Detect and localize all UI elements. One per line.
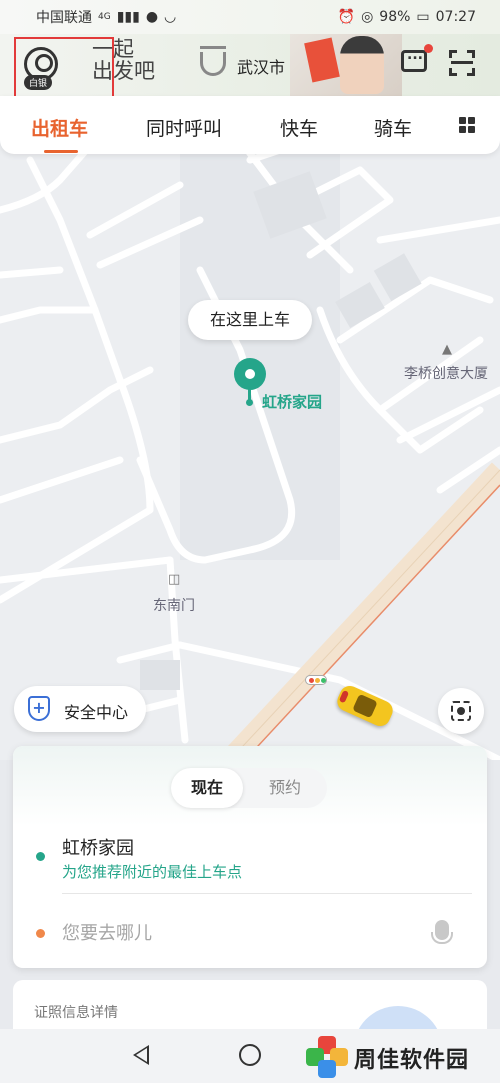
member-level-badge: 白银	[24, 75, 53, 90]
building-icon: ▲	[442, 342, 452, 357]
traffic-light-icon	[305, 675, 327, 685]
map-view[interactable]: ▲ 李桥创意大厦 ◫ 东南门	[0, 140, 500, 760]
status-bar: 中国联通 4G ▮▮▮ ● ◡ ⏰ ◎ 98% ▭ 07:27	[0, 0, 500, 34]
back-icon[interactable]	[133, 1045, 149, 1065]
watermark-logo-icon	[306, 1036, 348, 1078]
tab-express[interactable]: 快车	[280, 114, 318, 141]
tab-taxi[interactable]: 出租车	[31, 114, 88, 141]
battery-icon: ▭	[416, 9, 430, 25]
safety-center-label: 安全中心	[64, 703, 129, 722]
destination-input[interactable]	[62, 918, 422, 948]
poi-li-qiao-building: 李桥创意大厦	[404, 366, 488, 382]
pickup-bubble[interactable]: 在这里上车	[188, 300, 312, 340]
divider	[62, 893, 472, 894]
mode-now-button[interactable]: 现在	[171, 768, 243, 808]
destination-dot-icon	[36, 929, 45, 938]
city-label: 武汉市	[237, 58, 286, 77]
poi-southeast-gate: 东南门	[153, 598, 195, 614]
location-icon: ◎	[361, 9, 374, 25]
locate-me-button[interactable]	[438, 688, 484, 734]
slogan-line-1: 一起	[92, 37, 134, 61]
pin-anchor	[246, 399, 253, 406]
alarm-icon: ⏰	[337, 9, 356, 25]
slogan-line-2: 出发吧	[92, 59, 155, 83]
service-tabs: 出租车 同时呼叫 快车 骑车	[0, 96, 500, 154]
pickup-pin-icon[interactable]	[234, 358, 266, 390]
chat-app-icon: ●	[145, 9, 159, 25]
slogan: 一起 出发吧	[92, 38, 156, 82]
network-type: 4G	[98, 11, 111, 22]
license-info-label: 证照信息详情	[34, 1005, 118, 1021]
message-icon[interactable]	[401, 47, 427, 72]
locate-dot-icon	[457, 707, 465, 715]
scan-icon[interactable]	[449, 50, 475, 76]
active-tab-indicator	[44, 150, 78, 153]
promo-banner[interactable]	[290, 34, 402, 96]
signal-icon: ▮▮▮	[116, 9, 140, 25]
pickup-location-name: 虹桥家园	[262, 393, 323, 411]
time-mode-toggle: 现在 预约	[171, 768, 327, 808]
tab-bike[interactable]: 骑车	[374, 114, 412, 141]
map-roads	[0, 140, 500, 760]
gate-icon: ◫	[168, 572, 181, 587]
booking-panel: 现在 预约 虹桥家园 为您推荐附近的最佳上车点	[13, 746, 487, 968]
battery-level: 98%	[379, 9, 411, 25]
watermark: 周佳软件园	[306, 1034, 496, 1080]
unread-dot	[424, 44, 433, 53]
red-envelope-image	[304, 37, 340, 83]
home-icon[interactable]	[239, 1044, 261, 1066]
safety-center-button[interactable]: + 安全中心	[14, 686, 146, 732]
carrier-label: 中国联通	[36, 10, 92, 26]
notification-icon: ◡	[164, 9, 177, 25]
shield-icon: +	[28, 696, 50, 721]
watermark-text: 周佳软件园	[354, 1048, 470, 1073]
more-services-icon[interactable]	[459, 117, 475, 133]
mode-reserve-button[interactable]: 预约	[269, 768, 301, 808]
microphone-icon[interactable]	[431, 920, 453, 944]
origin-hint: 为您推荐附近的最佳上车点	[62, 863, 243, 881]
origin-field[interactable]: 虹桥家园	[62, 834, 134, 860]
didi-logo-icon	[200, 46, 226, 76]
tab-simultaneous-call[interactable]: 同时呼叫	[146, 114, 222, 141]
spokesperson-image	[340, 36, 384, 94]
origin-dot-icon	[36, 852, 45, 861]
clock: 07:27	[435, 9, 476, 25]
app-header: 白银 一起 出发吧 武汉市 ⌄	[0, 34, 500, 100]
